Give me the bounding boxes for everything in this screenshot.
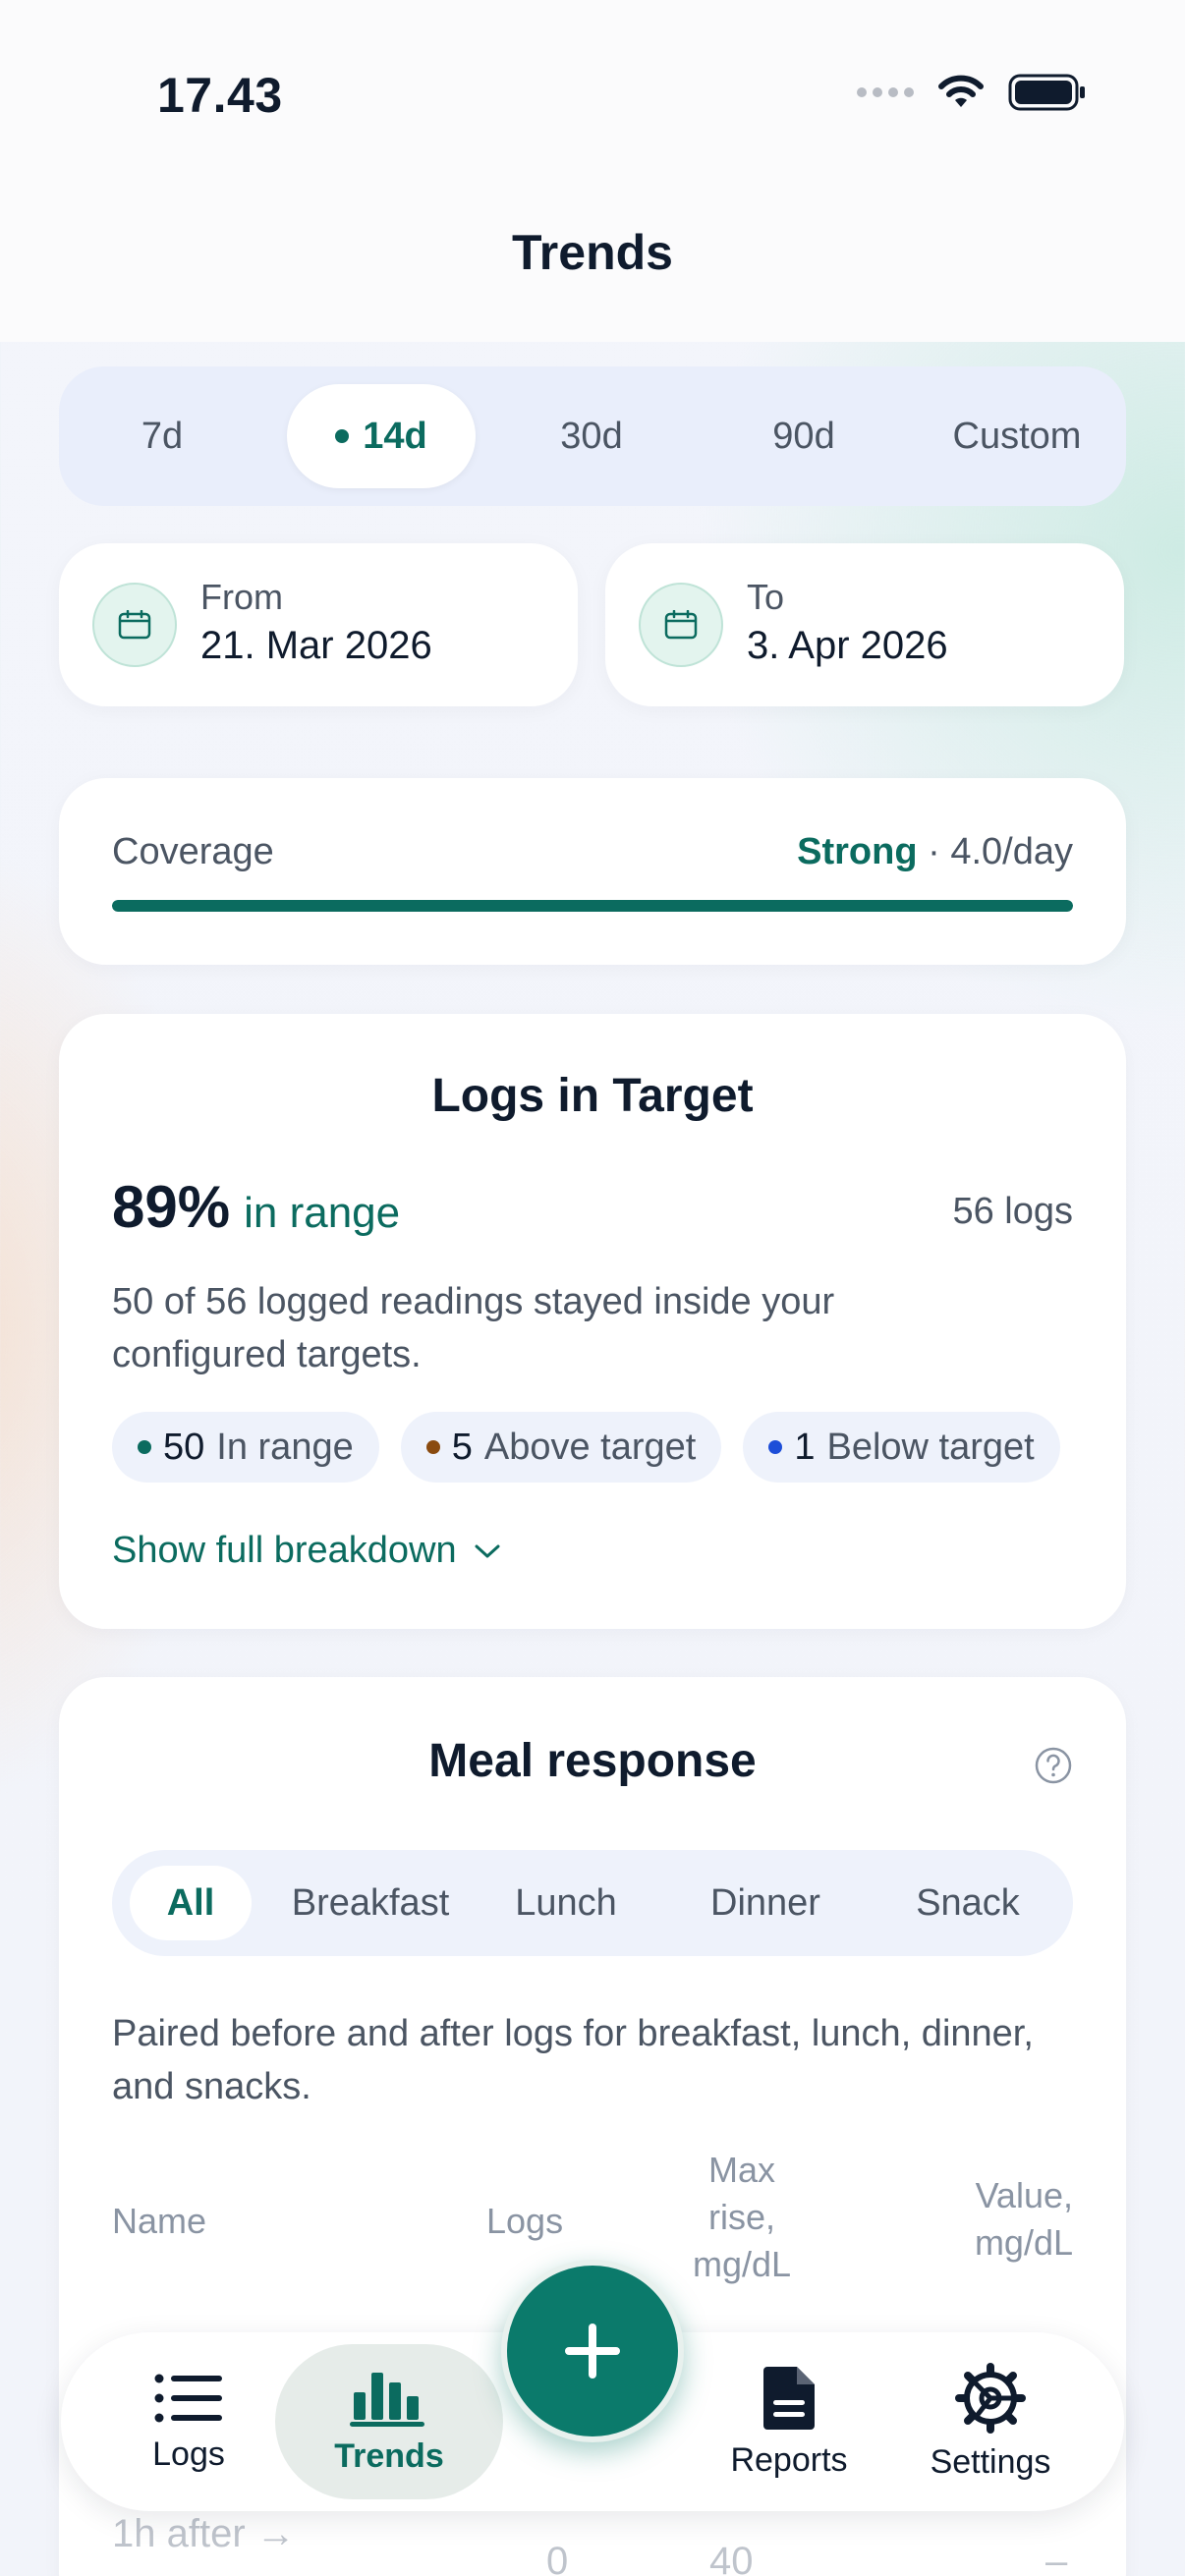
below-target-dot-icon (768, 1440, 783, 1454)
calendar-icon (92, 583, 177, 667)
from-date-picker[interactable]: From 21. Mar 2026 (59, 543, 578, 706)
status-icons (857, 73, 1087, 112)
bar-chart-icon (350, 2372, 424, 2427)
battery-icon (1008, 74, 1085, 111)
logs-description: 50 of 56 logged readings stayed inside y… (112, 1281, 835, 1375)
document-icon (763, 2366, 815, 2430)
add-log-button[interactable] (501, 2260, 684, 2442)
row-max-rise: 40 (709, 2540, 754, 2576)
gear-icon (955, 2362, 1026, 2434)
in-range-suffix: in range (244, 1189, 401, 1237)
meal-tab-all[interactable]: All (130, 1866, 252, 1940)
from-label: From (200, 577, 283, 617)
meal-tab-lunch[interactable]: Lunch (497, 1866, 635, 1940)
range-option-90d[interactable]: 90d (737, 384, 871, 488)
range-option-custom[interactable]: Custom (933, 384, 1100, 488)
to-label: To (747, 577, 785, 617)
above-target-dot-icon (425, 1440, 440, 1454)
row-value: – (1045, 2540, 1068, 2576)
status-time: 17.43 (157, 68, 283, 123)
meal-tab-snack[interactable]: Snack (894, 1866, 1042, 1940)
column-name: Name (112, 2201, 207, 2241)
help-icon[interactable] (1034, 1746, 1073, 1785)
row-name-1h-after[interactable]: 1h after → (112, 2512, 296, 2556)
row-logs: 0 (546, 2540, 569, 2576)
column-value: Value, mg/dL (974, 2175, 1073, 2263)
tab-reports[interactable]: Reports (686, 2344, 892, 2499)
page-title: Trends (512, 225, 673, 280)
coverage-separator: · (928, 831, 940, 872)
in-range-percent: 89% (112, 1174, 231, 1240)
tab-trends[interactable]: Trends (275, 2344, 503, 2499)
chevron-down-icon (475, 1544, 500, 1557)
logs-in-target-title: Logs in Target (431, 1070, 754, 1122)
meal-tab-breakfast[interactable]: Breakfast (287, 1866, 454, 1940)
meal-tab-dinner[interactable]: Dinner (692, 1866, 839, 1940)
to-value: 3. Apr 2026 (747, 624, 948, 667)
chip-below-target[interactable]: 1 Below target (743, 1412, 1060, 1483)
target-chips: 50 In range 5 Above target 1 Below targe… (112, 1412, 1073, 1484)
tab-settings[interactable]: Settings (892, 2344, 1089, 2499)
tab-logs[interactable]: Logs (90, 2344, 287, 2499)
chip-in-range[interactable]: 50 In range (112, 1412, 379, 1483)
plus-icon (565, 2324, 620, 2379)
in-range-summary: 89% in range (112, 1173, 400, 1241)
coverage-strength: Strong (797, 831, 918, 872)
column-logs: Logs (486, 2201, 564, 2241)
chip-above-target[interactable]: 5 Above target (400, 1412, 722, 1483)
show-full-breakdown-link[interactable]: Show full breakdown (112, 1530, 502, 1572)
coverage-card: Coverage Strong · 4.0/day (59, 778, 1126, 965)
range-option-14d[interactable]: 14d (287, 384, 476, 488)
selected-dot-icon (335, 429, 350, 443)
range-option-7d[interactable]: 7d (98, 384, 226, 488)
coverage-rate: 4.0/day (950, 831, 1073, 872)
range-option-30d[interactable]: 30d (525, 384, 658, 488)
navigation-bar: Trends (0, 196, 1185, 342)
coverage-summary: Strong · 4.0/day (797, 831, 1073, 873)
meal-response-title: Meal response (428, 1735, 757, 1787)
status-bar: 17.43 (0, 0, 1185, 196)
coverage-label: Coverage (112, 831, 274, 872)
range-selector: 7d 14d 30d 90d Custom (59, 366, 1126, 506)
meal-filter-tabs: All Breakfast Lunch Dinner Snack (112, 1850, 1073, 1956)
coverage-progress-fill (112, 900, 1073, 912)
signal-dots-icon (857, 87, 914, 97)
to-date-picker[interactable]: To 3. Apr 2026 (605, 543, 1124, 706)
in-range-dot-icon (138, 1440, 151, 1454)
log-count: 56 logs (952, 1191, 1073, 1232)
from-value: 21. Mar 2026 (200, 624, 432, 667)
meal-description: Paired before and after logs for breakfa… (112, 2013, 1034, 2107)
column-max-rise: Max rise, mg/dL (692, 2150, 792, 2284)
list-icon (154, 2374, 222, 2422)
calendar-icon (639, 583, 723, 667)
coverage-progress-bar (112, 900, 1073, 912)
logs-in-target-card: Logs in Target 89% in range 56 logs 50 o… (59, 1014, 1126, 1629)
wifi-icon (938, 75, 984, 107)
